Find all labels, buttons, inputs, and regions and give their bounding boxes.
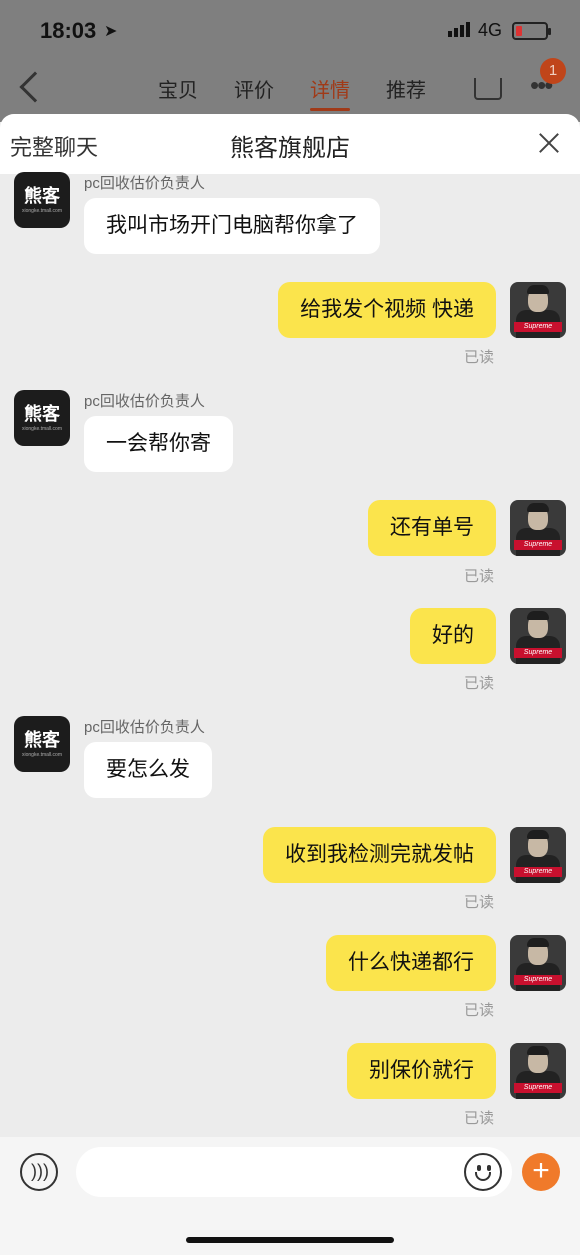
read-status: 已读 <box>463 568 494 585</box>
tab-reviews[interactable]: 评价 <box>234 74 274 103</box>
message-input[interactable] <box>76 1147 512 1197</box>
message-bubble-outgoing[interactable]: 别保价就行 <box>347 1043 496 1099</box>
user-avatar[interactable]: Supreme <box>510 1043 566 1099</box>
user-avatar[interactable]: Supreme <box>510 935 566 991</box>
tab-details[interactable]: 详情 <box>310 74 350 103</box>
sender-name: pc回收估价负责人 <box>84 719 205 736</box>
signal-icon <box>448 22 470 37</box>
message-bubble-outgoing[interactable]: 什么快递都行 <box>326 935 496 991</box>
chat-title: 熊客旗舰店 <box>230 135 350 162</box>
read-status: 已读 <box>463 1110 494 1127</box>
read-status: 已读 <box>463 1002 494 1019</box>
message-bubble-outgoing[interactable]: 给我发个视频 快递 <box>278 282 496 338</box>
shop-avatar[interactable]: 熊客 xiongke.tmall.com <box>14 716 70 772</box>
tab-baobei[interactable]: 宝贝 <box>158 74 198 103</box>
sender-name: pc回收估价负责人 <box>84 175 205 192</box>
back-icon[interactable] <box>19 71 51 103</box>
network-type: 4G <box>478 20 503 40</box>
message-input-bar: ))) + <box>0 1137 580 1255</box>
battery-icon <box>512 22 551 40</box>
plus-icon[interactable]: + <box>522 1153 560 1191</box>
close-icon[interactable] <box>536 130 562 156</box>
shop-avatar[interactable]: 熊客 xiongke.tmall.com <box>14 172 70 228</box>
notification-badge: 1 <box>540 58 566 84</box>
user-avatar[interactable]: Supreme <box>510 282 566 338</box>
message-bubble-outgoing[interactable]: 还有单号 <box>368 500 496 556</box>
read-status: 已读 <box>463 675 494 692</box>
status-bar: 18:03 ➤ 4G <box>0 0 580 62</box>
product-nav-bar: 宝贝 评价 详情 推荐 ••• 1 <box>0 58 580 122</box>
read-status: 已读 <box>463 349 494 366</box>
tab-recommend[interactable]: 推荐 <box>386 74 426 103</box>
voice-icon[interactable]: ))) <box>20 1153 58 1191</box>
message-bubble-incoming[interactable]: 要怎么发 <box>84 742 212 798</box>
chat-sheet: 完整聊天 熊客旗舰店 熊客 xiongke.tmall.com pc回收估价负责… <box>0 114 580 1255</box>
active-tab-indicator <box>310 108 350 111</box>
shop-avatar[interactable]: 熊客 xiongke.tmall.com <box>14 390 70 446</box>
read-status: 已读 <box>463 894 494 911</box>
message-bubble-outgoing[interactable]: 好的 <box>410 608 496 664</box>
user-avatar[interactable]: Supreme <box>510 608 566 664</box>
chat-header: 完整聊天 熊客旗舰店 <box>0 114 580 174</box>
sender-name: pc回收估价负责人 <box>84 393 205 410</box>
message-bubble-outgoing[interactable]: 收到我检测完就发帖 <box>263 827 496 883</box>
status-time: 18:03 <box>40 18 97 43</box>
home-indicator[interactable] <box>186 1237 394 1243</box>
emoji-icon[interactable] <box>464 1153 502 1191</box>
location-arrow-icon: ➤ <box>104 23 118 40</box>
message-bubble-incoming[interactable]: 我叫市场开门电脑帮你拿了 <box>84 198 380 254</box>
user-avatar[interactable]: Supreme <box>510 827 566 883</box>
user-avatar[interactable]: Supreme <box>510 500 566 556</box>
cart-icon[interactable] <box>474 78 502 100</box>
message-bubble-incoming[interactable]: 一会帮你寄 <box>84 416 233 472</box>
